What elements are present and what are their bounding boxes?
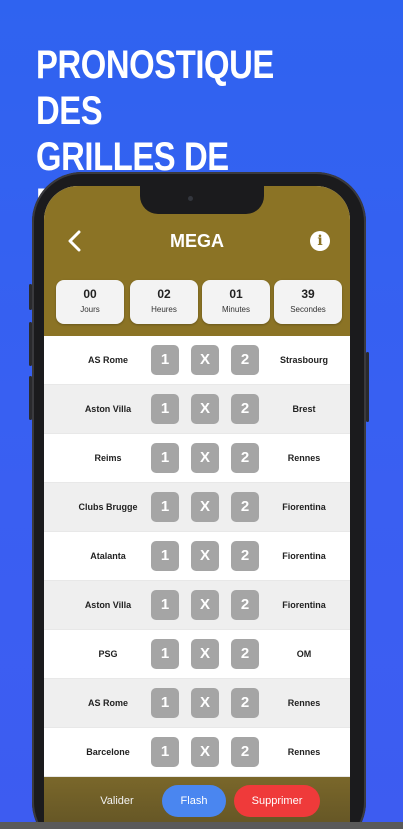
countdown-hours-unit: Heures [151, 305, 177, 314]
countdown-days-value: 00 [83, 287, 97, 301]
away-team: Fiorentina [282, 502, 326, 512]
pick-draw-button[interactable]: X [191, 639, 219, 669]
match-row: Clubs Brugge 1 X 2 Fiorentina [44, 483, 350, 532]
pick-away-button[interactable]: 2 [231, 345, 259, 375]
home-team: AS Rome [87, 698, 128, 708]
countdown-seconds-value: 39 [301, 287, 315, 301]
home-team: Clubs Brugge [78, 502, 138, 512]
countdown-seconds: 39 Secondes [274, 280, 342, 324]
away-team: Fiorentina [282, 551, 326, 561]
match-row: PSG 1 X 2 OM [44, 630, 350, 679]
pick-draw-button[interactable]: X [191, 394, 219, 424]
flash-button[interactable]: Flash [162, 785, 226, 817]
countdown-days: 00 Jours [56, 280, 124, 324]
match-list: AS Rome 1 X 2 Strasbourg Aston Villa 1 X… [44, 336, 350, 777]
match-row: Atalanta 1 X 2 Fiorentina [44, 532, 350, 581]
pick-away-button[interactable]: 2 [231, 541, 259, 571]
pick-away-button[interactable]: 2 [231, 590, 259, 620]
pick-draw-button[interactable]: X [191, 737, 219, 767]
home-team: Barcelone [86, 747, 130, 757]
home-team: Atalanta [90, 551, 126, 561]
home-team: PSG [98, 649, 118, 659]
pick-home-button[interactable]: 1 [151, 688, 179, 718]
pick-draw-button[interactable]: X [191, 492, 219, 522]
countdown-minutes: 01 Minutes [202, 280, 270, 324]
pick-away-button[interactable]: 2 [231, 492, 259, 522]
countdown-bar: 00 Jours 02 Heures 01 Minutes 39 Seconde… [44, 274, 350, 336]
countdown-hours-value: 02 [157, 287, 171, 301]
pick-away-button[interactable]: 2 [231, 639, 259, 669]
phone-mute-button [29, 284, 32, 310]
home-team: AS Rome [87, 355, 128, 365]
match-row: Aston Villa 1 X 2 Brest [44, 385, 350, 434]
pick-home-button[interactable]: 1 [151, 590, 179, 620]
countdown-minutes-unit: Minutes [221, 305, 250, 314]
phone-volume-down-button [29, 376, 32, 420]
pick-home-button[interactable]: 1 [151, 345, 179, 375]
app-title: MEGA [170, 231, 224, 251]
phone-notch [140, 186, 264, 214]
validate-button[interactable]: Valider [78, 785, 156, 817]
pick-draw-button[interactable]: X [191, 443, 219, 473]
away-team: Rennes [287, 453, 321, 463]
pick-away-button[interactable]: 2 [231, 443, 259, 473]
countdown-days-unit: Jours [80, 305, 100, 314]
pick-draw-button[interactable]: X [191, 541, 219, 571]
delete-button[interactable]: Supprimer [234, 785, 320, 817]
camera-icon [188, 196, 193, 201]
away-team: Brest [292, 404, 316, 414]
away-team: Rennes [287, 698, 321, 708]
countdown-seconds-unit: Secondes [290, 305, 326, 314]
match-row: Barcelone 1 X 2 Rennes [44, 728, 350, 777]
pick-home-button[interactable]: 1 [151, 443, 179, 473]
pick-away-button[interactable]: 2 [231, 394, 259, 424]
app-screen: MEGA i 00 Jours 02 Heures 01 Minutes 39 … [44, 186, 350, 829]
pick-home-button[interactable]: 1 [151, 541, 179, 571]
away-team: Fiorentina [282, 600, 326, 610]
match-row: AS Rome 1 X 2 Strasbourg [44, 336, 350, 385]
pick-home-button[interactable]: 1 [151, 394, 179, 424]
home-team: Aston Villa [84, 404, 132, 414]
away-team: Rennes [287, 747, 321, 757]
bottom-strip [0, 822, 403, 829]
headline-line-1: PRONOSTIQUE DES [36, 43, 274, 133]
pick-away-button[interactable]: 2 [231, 737, 259, 767]
countdown-hours: 02 Heures [130, 280, 198, 324]
pick-draw-button[interactable]: X [191, 590, 219, 620]
match-row: Aston Villa 1 X 2 Fiorentina [44, 581, 350, 630]
pick-draw-button[interactable]: X [191, 345, 219, 375]
away-team: OM [296, 649, 312, 659]
home-team: Reims [94, 453, 122, 463]
phone-power-button [366, 352, 369, 422]
home-team: Aston Villa [84, 600, 132, 610]
pick-home-button[interactable]: 1 [151, 492, 179, 522]
away-team: Strasbourg [279, 355, 328, 365]
pick-home-button[interactable]: 1 [151, 639, 179, 669]
match-row: Reims 1 X 2 Rennes [44, 434, 350, 483]
countdown-minutes-value: 01 [229, 287, 243, 301]
pick-home-button[interactable]: 1 [151, 737, 179, 767]
phone-volume-up-button [29, 322, 32, 366]
pick-away-button[interactable]: 2 [231, 688, 259, 718]
info-icon[interactable]: i [310, 231, 330, 251]
match-row: AS Rome 1 X 2 Rennes [44, 679, 350, 728]
pick-draw-button[interactable]: X [191, 688, 219, 718]
